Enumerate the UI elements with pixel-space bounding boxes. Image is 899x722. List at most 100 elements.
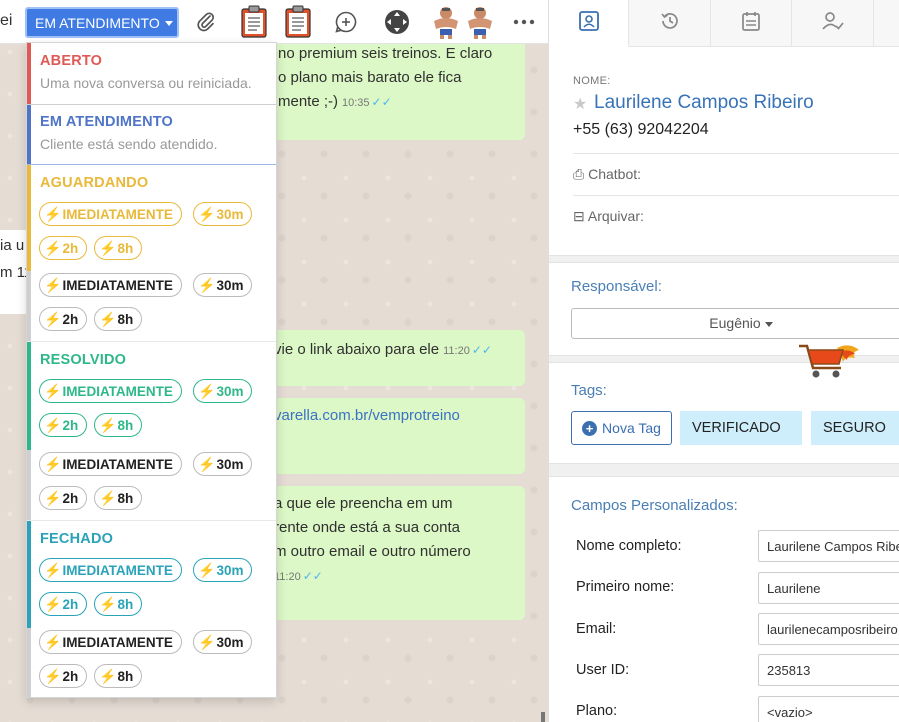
tab-more[interactable] (874, 0, 899, 47)
plano-input[interactable] (758, 696, 899, 722)
nome-completo-input[interactable] (758, 530, 899, 562)
field-label: Plano: (576, 703, 618, 719)
shopping-cart-icon[interactable] (797, 340, 863, 387)
snooze-immediately-button[interactable]: ⚡ IMEDIATAMENTE (39, 202, 182, 226)
tab-calendar[interactable] (711, 0, 792, 47)
status-dropdown-menu: ABERTO Uma nova conversa ou reiniciada. … (26, 42, 277, 698)
more-icon[interactable] (508, 6, 540, 38)
avatar-icon[interactable] (462, 6, 498, 39)
divider (573, 153, 899, 154)
pill-label: 8h (117, 596, 134, 612)
snooze-8h-button[interactable]: ⚡ 8h (94, 413, 143, 437)
archive-toggle[interactable]: ⊟ Arquivar: (573, 208, 644, 225)
snooze-8h-button[interactable]: ⚡ 8h (94, 486, 143, 510)
status-option-fechado-sub[interactable]: ⚡ IMEDIATAMENTE ⚡ 30m ⚡ 2h ⚡ 8h (27, 628, 276, 697)
pill-label: 2h (62, 311, 79, 327)
pill-label: 2h (62, 596, 79, 612)
message-link[interactable]: varella.com.br/vemprotreino (274, 404, 525, 428)
snooze-2h-button[interactable]: ⚡ 2h (39, 592, 88, 616)
chat-scrollbar[interactable] (541, 712, 545, 722)
status-option-resolvido-sub[interactable]: ⚡ IMEDIATAMENTE ⚡ 30m ⚡ 2h ⚡ 8h (27, 450, 276, 520)
snooze-immediately-button[interactable]: ⚡ IMEDIATAMENTE (39, 273, 182, 297)
clipboard-icon[interactable] (282, 5, 314, 38)
paperclip-icon[interactable] (190, 6, 222, 38)
field-label: Nome completo: (576, 538, 682, 554)
message-line: no premium seis treinos. E claro (278, 45, 493, 62)
primeiro-nome-input[interactable] (758, 572, 899, 604)
pill-label: 8h (117, 490, 134, 506)
contact-phone: +55 (63) 92042204 (573, 121, 709, 138)
snooze-2h-button[interactable]: ⚡ 2h (39, 486, 88, 510)
lightning-icon: ⚡ (198, 455, 216, 472)
status-option-aguardando-sub[interactable]: ⚡ IMEDIATAMENTE ⚡ 30m ⚡ 2h ⚡ 8h (27, 271, 276, 341)
lightning-icon: ⚡ (44, 205, 62, 222)
lightning-icon: ⚡ (99, 489, 117, 506)
user-id-input[interactable] (758, 654, 899, 686)
tab-contact[interactable] (549, 0, 629, 47)
caret-down-icon (164, 21, 173, 27)
avatar-icon[interactable] (428, 6, 464, 39)
tab-assignee[interactable] (792, 0, 874, 47)
star-icon[interactable]: ★ (573, 94, 587, 114)
message-line: a que ele preencha em um (274, 495, 453, 512)
snooze-immediately-button[interactable]: ⚡ IMEDIATAMENTE (39, 630, 182, 654)
pill-label: 8h (117, 311, 134, 327)
tag-chip[interactable]: VERIFICADO (680, 411, 802, 445)
snooze-8h-button[interactable]: ⚡ 8h (94, 307, 143, 331)
status-title: EM ATENDIMENTO (40, 114, 174, 130)
snooze-immediately-button[interactable]: ⚡ IMEDIATAMENTE (39, 558, 182, 582)
snooze-8h-button[interactable]: ⚡ 8h (94, 592, 143, 616)
snooze-30m-button[interactable]: ⚡ 30m (193, 452, 253, 476)
lightning-icon: ⚡ (44, 667, 62, 684)
status-color-bar (27, 342, 31, 450)
custom-fields-label: Campos Personalizados: (571, 497, 738, 514)
message-line: o plano mais barato ele fica (278, 69, 462, 86)
snooze-8h-button[interactable]: ⚡ 8h (94, 664, 143, 688)
status-option-fechado[interactable]: FECHADO ⚡ IMEDIATAMENTE ⚡ 30m ⚡ 2h ⚡ 8h (27, 521, 276, 628)
email-input[interactable] (758, 613, 899, 645)
field-label: User ID: (576, 662, 630, 678)
snooze-30m-button[interactable]: ⚡ 30m (193, 202, 253, 226)
snooze-2h-button[interactable]: ⚡ 2h (39, 664, 88, 688)
message-line: mente ;-) (278, 93, 339, 110)
status-button-label: EM ATENDIMENTO (35, 14, 160, 31)
status-option-resolvido[interactable]: RESOLVIDO ⚡ IMEDIATAMENTE ⚡ 30m ⚡ 2h ⚡ 8h (27, 342, 276, 450)
snooze-8h-button[interactable]: ⚡ 8h (94, 236, 143, 260)
snooze-immediately-button[interactable]: ⚡ IMEDIATAMENTE (39, 379, 182, 403)
snooze-30m-button[interactable]: ⚡ 30m (193, 273, 253, 297)
chat-contact-name[interactable]: ei (0, 12, 12, 30)
snooze-2h-button[interactable]: ⚡ 2h (39, 236, 88, 260)
tab-history[interactable] (629, 0, 711, 47)
status-option-aberto[interactable]: ABERTO Uma nova conversa ou reiniciada. (27, 43, 276, 104)
pill-label: 2h (62, 490, 79, 506)
contact-name[interactable]: Laurilene Campos Ribeiro (594, 92, 814, 114)
tag-chip[interactable]: SEGURO (811, 411, 899, 445)
snooze-30m-button[interactable]: ⚡ 30m (193, 558, 253, 582)
chatbot-toggle[interactable]: ⎙ Chatbot: (573, 166, 641, 183)
new-tag-button[interactable]: + Nova Tag (571, 411, 672, 445)
responsavel-select[interactable]: Eugênio (571, 308, 899, 339)
history-icon (659, 10, 681, 37)
status-option-em-atendimento[interactable]: EM ATENDIMENTO Cliente está sendo atendi… (27, 105, 276, 164)
snooze-30m-button[interactable]: ⚡ 30m (193, 379, 253, 403)
snooze-30m-button[interactable]: ⚡ 30m (193, 630, 253, 654)
chat-plus-icon[interactable] (330, 6, 362, 38)
lightning-icon: ⚡ (99, 416, 117, 433)
snooze-2h-button[interactable]: ⚡ 2h (39, 413, 88, 437)
snooze-2h-button[interactable]: ⚡ 2h (39, 307, 88, 331)
lightning-icon: ⚡ (44, 633, 62, 650)
status-title: ABERTO (40, 53, 103, 69)
read-ticks-icon: ✓✓ (371, 95, 392, 109)
lightning-icon: ⚡ (44, 239, 62, 256)
pill-label: IMEDIATAMENTE (62, 206, 173, 222)
status-option-aguardando[interactable]: AGUARDANDO ⚡ IMEDIATAMENTE ⚡ 30m ⚡ 2h ⚡ 8h (27, 165, 276, 271)
clipboard-icon[interactable] (238, 5, 270, 38)
snooze-immediately-button[interactable]: ⚡ IMEDIATAMENTE (39, 452, 182, 476)
pill-label: 30m (216, 456, 244, 472)
field-label: Primeiro nome: (576, 579, 675, 595)
pill-label: 30m (216, 277, 244, 293)
status-dropdown-button[interactable]: EM ATENDIMENTO (25, 7, 179, 38)
move-icon[interactable] (381, 6, 413, 38)
lightning-icon: ⚡ (198, 561, 216, 578)
contact-card-icon (578, 10, 600, 37)
